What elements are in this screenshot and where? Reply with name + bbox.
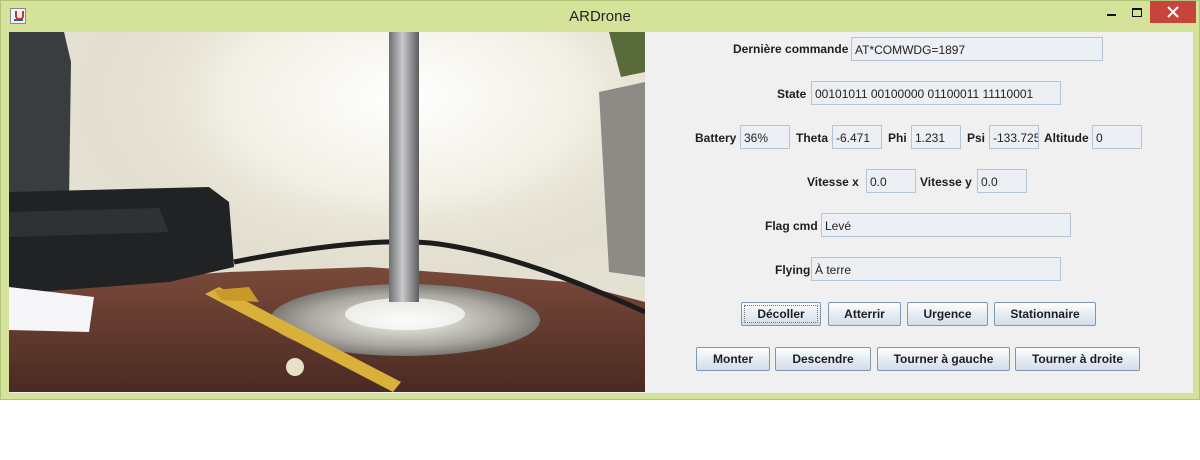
flying-field[interactable]: À terre — [811, 257, 1061, 281]
maximize-button[interactable] — [1123, 1, 1151, 23]
camera-image — [9, 32, 645, 392]
minimize-icon — [1106, 14, 1116, 16]
descendre-button[interactable]: Descendre — [775, 347, 871, 371]
vitesse-y-field[interactable]: 0.0 — [977, 169, 1027, 193]
derniere-commande-field[interactable]: AT*COMWDG=1897 — [851, 37, 1103, 61]
psi-field[interactable]: -133.725 — [989, 125, 1039, 149]
tourner-gauche-button[interactable]: Tourner à gauche — [877, 347, 1010, 371]
close-button[interactable] — [1150, 1, 1196, 23]
vitesse-y-label: Vitesse y — [920, 175, 972, 189]
ardrone-window: ARDrone Dernière commande AT*COMWDG=1897… — [0, 0, 1200, 400]
urgence-button[interactable]: Urgence — [907, 302, 988, 326]
psi-label: Psi — [967, 131, 986, 145]
theta-label: Theta — [796, 131, 829, 145]
phi-label: Phi — [888, 131, 907, 145]
flag-cmd-label: Flag cmd — [765, 219, 818, 233]
battery-field[interactable]: 36% — [740, 125, 790, 149]
tourner-droite-button[interactable]: Tourner à droite — [1015, 347, 1140, 371]
derniere-commande-label: Dernière commande — [733, 42, 849, 56]
content-area: Dernière commande AT*COMWDG=1897 State 0… — [9, 32, 1193, 393]
flying-label: Flying — [775, 263, 811, 277]
phi-field[interactable]: 1.231 — [911, 125, 961, 149]
window-title: ARDrone — [569, 8, 631, 25]
decoller-button[interactable]: Décoller — [741, 302, 821, 326]
close-icon — [1167, 6, 1179, 18]
title-bar[interactable]: ARDrone — [1, 1, 1199, 32]
vitesse-x-field[interactable]: 0.0 — [866, 169, 916, 193]
stationnaire-button[interactable]: Stationnaire — [994, 302, 1096, 326]
state-label: State — [777, 87, 807, 101]
altitude-label: Altitude — [1044, 131, 1089, 145]
maximize-icon — [1132, 7, 1142, 17]
state-field[interactable]: 00101011 00100000 01100011 11110001 — [811, 81, 1061, 105]
altitude-field[interactable]: 0 — [1092, 125, 1142, 149]
camera-feed — [9, 32, 645, 392]
theta-field[interactable]: -6.471 — [832, 125, 882, 149]
atterrir-button[interactable]: Atterrir — [828, 302, 901, 326]
monter-button[interactable]: Monter — [696, 347, 770, 371]
control-panel: Dernière commande AT*COMWDG=1897 State 0… — [645, 32, 1193, 393]
flag-cmd-field[interactable]: Levé — [821, 213, 1071, 237]
vitesse-x-label: Vitesse x — [807, 175, 859, 189]
battery-label: Battery — [695, 131, 737, 145]
minimize-button[interactable] — [1097, 1, 1125, 23]
